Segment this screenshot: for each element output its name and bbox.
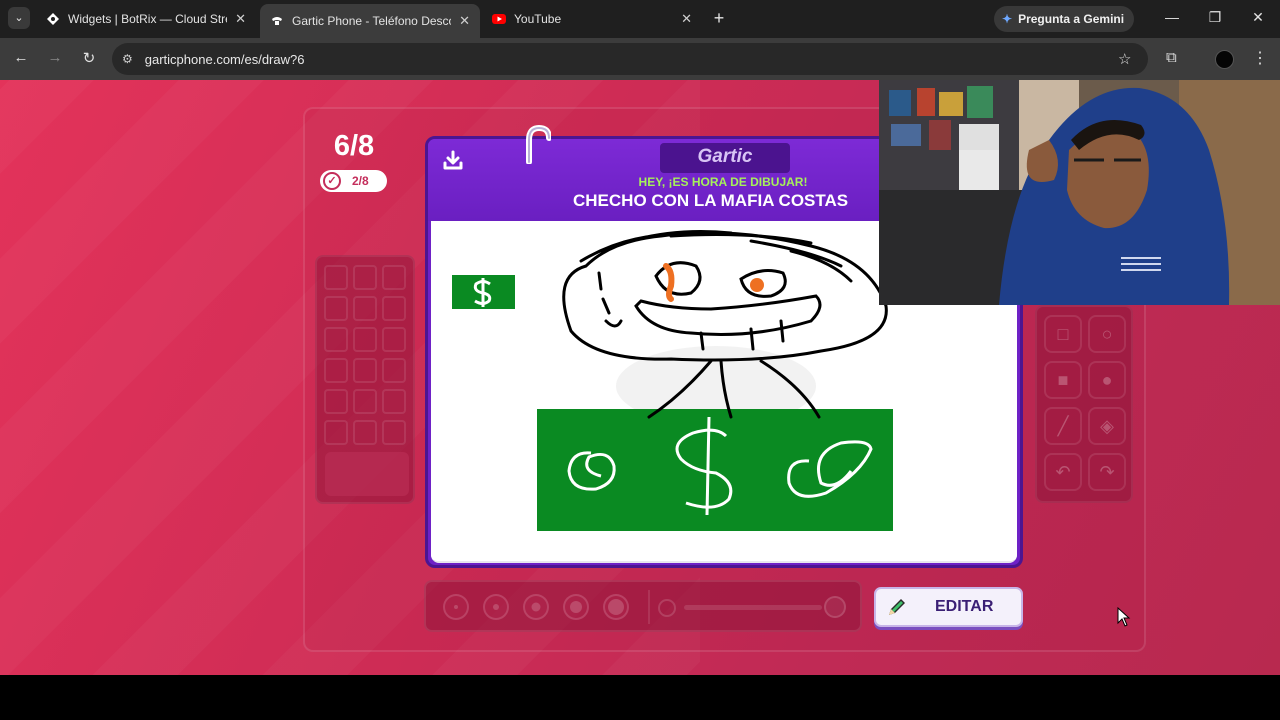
small-dollar-bill — [452, 275, 515, 309]
color-swatch[interactable] — [353, 358, 377, 383]
color-swatch[interactable] — [353, 296, 377, 321]
site-settings-icon[interactable]: ⚙ — [122, 52, 133, 66]
opacity-slider[interactable] — [684, 605, 822, 610]
screen: ⌄ Widgets | BotRix — Cloud Strea ✕ Garti… — [0, 0, 1280, 720]
minimize-icon[interactable]: — — [1163, 9, 1181, 25]
tab-title: Gartic Phone - Teléfono Descon — [292, 14, 452, 28]
stroke-size-5[interactable] — [603, 594, 629, 620]
players-done-badge: ✓ 2/8 — [320, 170, 387, 192]
drawing-phrase: CHECHO CON LA MAFIA COSTAS — [573, 191, 849, 210]
tab-title: YouTube — [514, 12, 562, 26]
troll-face-drawing — [562, 230, 888, 419]
close-tab-icon[interactable]: ✕ — [235, 11, 246, 27]
address-bar[interactable]: ⚙ garticphone.com/es/draw?6 — [112, 43, 1148, 75]
gemini-label: Pregunta a Gemini — [1018, 12, 1125, 26]
color-swatch[interactable] — [324, 389, 348, 414]
download-icon[interactable] — [442, 149, 464, 171]
stroke-size-bar — [424, 580, 862, 632]
mouse-cursor-icon — [1117, 607, 1131, 627]
gartic-logo: Gartic — [660, 143, 790, 173]
rectangle-fill-icon[interactable]: ■ — [1044, 361, 1082, 399]
gartic-icon — [272, 17, 282, 25]
profile-avatar[interactable] — [1215, 50, 1234, 69]
color-swatch[interactable] — [353, 389, 377, 414]
tab-youtube[interactable]: YouTube ✕ — [482, 4, 702, 34]
close-tab-icon[interactable]: ✕ — [681, 11, 692, 27]
round-counter: 6/8 — [333, 130, 375, 162]
webcam-feed-image — [879, 80, 1280, 305]
tab-gartic[interactable]: Gartic Phone - Teléfono Descon ✕ — [260, 4, 480, 38]
color-swatch[interactable] — [324, 327, 348, 352]
ellipse-fill-icon[interactable]: ● — [1088, 361, 1126, 399]
stroke-size-2[interactable] — [483, 594, 509, 620]
color-swatch[interactable] — [382, 296, 406, 321]
opacity-slider-thumb[interactable] — [824, 596, 846, 618]
close-tab-icon[interactable]: ✕ — [459, 13, 470, 29]
color-swatch[interactable] — [324, 358, 348, 383]
botrix-icon — [47, 13, 59, 25]
color-swatch[interactable] — [382, 327, 406, 352]
color-swatch[interactable] — [382, 358, 406, 383]
color-swatch[interactable] — [324, 265, 348, 290]
close-window-icon[interactable]: ✕ — [1249, 9, 1267, 26]
color-swatch[interactable] — [382, 389, 406, 414]
color-swatch[interactable] — [324, 420, 348, 445]
color-swatch[interactable] — [353, 327, 377, 352]
edit-button[interactable]: EDITAR — [874, 587, 1023, 627]
undo-icon[interactable]: ↶ — [1044, 453, 1082, 491]
bucket-fill-icon[interactable]: ◈ — [1088, 407, 1126, 445]
edit-button-label: EDITAR — [935, 598, 994, 615]
ellipse-outline-icon[interactable]: ○ — [1088, 315, 1126, 353]
check-icon: ✓ — [323, 172, 341, 190]
drawing-tools: □ ○ ■ ● ╱ ◈ ↶ ↷ — [1035, 305, 1133, 503]
pencil-icon — [889, 599, 905, 615]
color-swatch[interactable] — [324, 296, 348, 321]
color-swatch[interactable] — [382, 420, 406, 445]
color-palette — [315, 255, 415, 504]
rectangle-outline-icon[interactable]: □ — [1044, 315, 1082, 353]
redo-icon[interactable]: ↷ — [1088, 453, 1126, 491]
stroke-size-1[interactable] — [443, 594, 469, 620]
stroke-size-4[interactable] — [563, 594, 589, 620]
gemini-sparkle-icon: ✦ — [1002, 12, 1013, 26]
players-done-count: 2/8 — [352, 174, 369, 188]
reload-icon[interactable]: ↻ — [79, 49, 99, 67]
color-swatch[interactable] — [353, 265, 377, 290]
color-swatch[interactable] — [382, 265, 406, 290]
extensions-puzzle-icon[interactable]: ⧉ — [1166, 49, 1177, 66]
prompt-header: HEY, ¡ES HORA DE DIBUJAR! — [638, 175, 808, 189]
forward-arrow-icon[interactable]: → — [45, 49, 65, 66]
stroke-size-3[interactable] — [523, 594, 549, 620]
black-bottom-bar — [0, 675, 1280, 720]
webcam-overlay — [879, 80, 1280, 305]
browser-toolbar: ← → ↻ ⚙ garticphone.com/es/draw?6 ☆ ⧉ ⋮ — [0, 38, 1280, 80]
restore-icon[interactable]: ❐ — [1206, 9, 1224, 26]
tab-title: Widgets | BotRix — Cloud Strea — [68, 12, 228, 26]
browser-tab-bar: ⌄ Widgets | BotRix — Cloud Strea ✕ Garti… — [0, 0, 1280, 38]
new-tab-plus-icon[interactable]: + — [709, 8, 729, 28]
opacity-min-knob — [658, 599, 676, 617]
url-text: garticphone.com/es/draw?6 — [144, 51, 305, 67]
browser-menu-icon[interactable]: ⋮ — [1252, 48, 1268, 68]
divider — [648, 590, 650, 624]
line-icon[interactable]: ╱ — [1044, 407, 1082, 445]
gemini-button[interactable]: ✦ Pregunta a Gemini — [994, 6, 1134, 32]
tab-search-chevron-icon[interactable]: ⌄ — [8, 7, 30, 29]
color-swatch[interactable] — [353, 420, 377, 445]
tab-botrix[interactable]: Widgets | BotRix — Cloud Strea ✕ — [36, 4, 256, 34]
current-color-preview — [325, 452, 409, 496]
bookmark-star-icon[interactable]: ☆ — [1118, 50, 1131, 68]
notebook-hook-icon — [526, 124, 551, 164]
youtube-icon — [492, 14, 506, 24]
big-dollar-bill — [537, 409, 893, 531]
back-arrow-icon[interactable]: ← — [11, 49, 31, 66]
